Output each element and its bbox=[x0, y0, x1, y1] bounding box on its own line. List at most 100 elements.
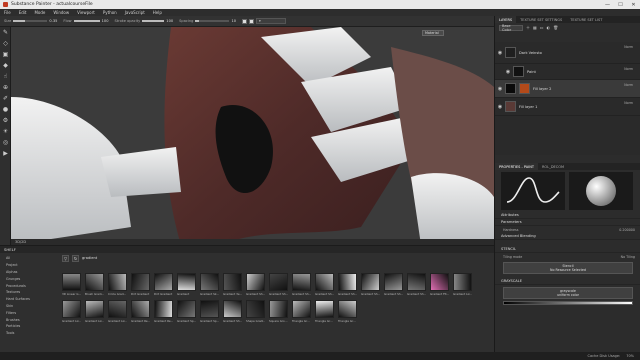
shelf-category[interactable]: Textures bbox=[2, 289, 58, 296]
shelf-item[interactable]: Gradient Sh… bbox=[246, 273, 265, 297]
render-icon[interactable]: ▶ bbox=[0, 148, 11, 159]
layer-row[interactable]: ◉ Paint Norm bbox=[495, 64, 640, 80]
shelf-item[interactable]: Gradient Sp… bbox=[177, 300, 196, 324]
shelf-category[interactable]: Project bbox=[2, 262, 58, 269]
shelf-item[interactable]: Gradient Lin… bbox=[108, 300, 127, 324]
tiling-value[interactable]: No Tiling bbox=[621, 255, 635, 259]
shelf-category[interactable]: Particles bbox=[2, 323, 58, 330]
layer-blend[interactable]: Norm bbox=[624, 83, 633, 87]
layer-blend[interactable]: Norm bbox=[624, 67, 633, 71]
shelf-item[interactable]: Square Gro… bbox=[269, 300, 288, 324]
projection-icon[interactable]: ▣ bbox=[0, 49, 11, 60]
attributes-section[interactable]: Attributes bbox=[495, 212, 640, 219]
size-slider[interactable] bbox=[13, 20, 48, 22]
grayscale-button[interactable]: grayscale uniform color bbox=[503, 287, 633, 299]
camera-icon[interactable]: ◎ bbox=[0, 137, 11, 148]
menu-javascript[interactable]: JavaScript bbox=[125, 10, 145, 15]
shelf-category[interactable]: Brushes bbox=[2, 316, 58, 323]
stencil-button[interactable]: Stencil No Resource Selected bbox=[503, 262, 633, 274]
stroke-opacity-slider[interactable] bbox=[142, 20, 165, 22]
shelf-item[interactable]: Gradient Sh… bbox=[292, 273, 311, 297]
symmetry-dropdown[interactable]: ▾ bbox=[256, 18, 287, 24]
size-control[interactable]: Size 0.35 bbox=[4, 19, 57, 23]
flow-control[interactable]: Flow 100 bbox=[63, 19, 108, 23]
minimize-icon[interactable]: — bbox=[601, 0, 614, 9]
refresh-icon[interactable]: ↻ bbox=[72, 254, 79, 262]
shelf-item[interactable]: Gradient Sh… bbox=[269, 273, 288, 297]
flow-slider[interactable] bbox=[73, 20, 100, 22]
3d-viewport[interactable]: Material 3D/2D bbox=[11, 27, 494, 245]
shelf-category[interactable]: Skin bbox=[2, 303, 58, 310]
shelf-category[interactable]: Procedurals bbox=[2, 282, 58, 289]
layer-blend[interactable]: Norm bbox=[624, 45, 633, 49]
add-mask-icon[interactable]: ◐ bbox=[547, 25, 551, 30]
shelf-item[interactable]: Gradient Sh… bbox=[361, 273, 380, 297]
picker-icon[interactable]: ✐ bbox=[0, 93, 11, 104]
shelf-item[interactable]: Gradient Lin… bbox=[453, 273, 472, 297]
shelf-search-input[interactable]: gradient bbox=[82, 256, 97, 260]
menu-file[interactable]: File bbox=[4, 10, 11, 15]
layer-row[interactable]: ◉ Fill layer 2 Norm bbox=[495, 80, 640, 98]
shelf-category[interactable]: Tools bbox=[2, 330, 58, 337]
eye-icon[interactable]: ◉ bbox=[495, 86, 505, 92]
shelf-item[interactable]: Gradient Lin… bbox=[85, 300, 104, 324]
parameters-section[interactable]: Parameters bbox=[495, 219, 640, 226]
viewport-mode-label[interactable]: 3D/2D bbox=[15, 240, 26, 244]
shelf-item[interactable]: Gradient Flt… bbox=[430, 273, 449, 297]
shelf-category[interactable]: Filters bbox=[2, 309, 58, 316]
maximize-icon[interactable]: ☐ bbox=[614, 0, 627, 9]
shelf-item[interactable]: Gradient Sh… bbox=[407, 273, 426, 297]
menu-viewport[interactable]: Viewport bbox=[77, 10, 95, 15]
shelf-category[interactable]: Grunges bbox=[2, 275, 58, 282]
size-value[interactable]: 0.35 bbox=[49, 19, 57, 23]
shelf-item[interactable]: Gradient Sk… bbox=[200, 273, 219, 297]
hardness-value[interactable]: 0.200000 bbox=[619, 228, 635, 232]
eye-icon[interactable]: ◉ bbox=[503, 69, 513, 75]
bake-icon[interactable]: ⚙ bbox=[0, 115, 11, 126]
menu-help[interactable]: Help bbox=[153, 10, 162, 15]
shelf-category[interactable]: Alphas bbox=[2, 269, 58, 276]
shelf-item[interactable]: Gradient Lin… bbox=[62, 300, 81, 324]
hardness-row[interactable]: Hardness 0.200000 bbox=[495, 226, 640, 233]
shelf-item[interactable]: Dirt Gradient bbox=[131, 273, 150, 297]
shelf-item[interactable]: Gradient Sh… bbox=[223, 300, 242, 324]
material-picker-icon[interactable]: ● bbox=[0, 104, 11, 115]
shelf-item[interactable]: Triangle Gr… bbox=[292, 300, 311, 324]
filter-icon[interactable]: ▽ bbox=[62, 254, 69, 262]
tab-texture-set-list[interactable]: TEXTURE SET LIST bbox=[566, 16, 606, 23]
shelf-item[interactable]: Triangle Gr… bbox=[315, 300, 334, 324]
display-settings-icon[interactable]: ☀ bbox=[0, 126, 11, 137]
shelf-category[interactable]: Hard Surfaces bbox=[2, 296, 58, 303]
shelf-item[interactable]: Gradient Sh… bbox=[315, 273, 334, 297]
shelf-item[interactable]: Gradient Sh… bbox=[338, 273, 357, 297]
add-fill-icon[interactable]: ▦ bbox=[533, 25, 537, 30]
shelf-item[interactable]: Dirt Gradient bbox=[154, 273, 173, 297]
symmetry-toggle[interactable] bbox=[242, 18, 248, 24]
shelf-item[interactable]: Gradient Sp… bbox=[200, 300, 219, 324]
eye-icon[interactable]: ◉ bbox=[495, 104, 505, 110]
eraser-icon[interactable]: ◇ bbox=[0, 38, 11, 49]
smudge-icon[interactable]: ☝ bbox=[0, 71, 11, 82]
tab-decom[interactable]: ROL_DECOM bbox=[538, 163, 568, 170]
menu-edit[interactable]: Edit bbox=[19, 10, 27, 15]
shelf-item[interactable]: Gradient Sh… bbox=[384, 273, 403, 297]
shelf-item[interactable]: Circle Grad… bbox=[108, 273, 127, 297]
spacing-control[interactable]: Spacing 10 bbox=[179, 19, 236, 23]
shelf-item[interactable]: Shape Gradi… bbox=[246, 300, 265, 324]
shelf-item[interactable]: 3D Linear G… bbox=[62, 273, 81, 297]
shelf-item[interactable]: Gradient 3e… bbox=[223, 273, 242, 297]
shelf-item[interactable]: Gradient bbox=[177, 273, 196, 297]
close-icon[interactable]: ✕ bbox=[627, 0, 640, 9]
grayscale-gradient-slider[interactable] bbox=[503, 301, 633, 305]
material-dropdown[interactable]: Material bbox=[422, 30, 444, 36]
layer-row[interactable]: ◉ Fill layer 1 Norm bbox=[495, 98, 640, 116]
stroke-opacity-value[interactable]: 100 bbox=[166, 19, 173, 23]
spacing-slider[interactable] bbox=[195, 20, 230, 22]
tab-properties-paint[interactable]: PROPERTIES - PAINT bbox=[495, 163, 538, 170]
stroke-opacity-control[interactable]: Stroke opacity 100 bbox=[114, 19, 173, 23]
menu-mode[interactable]: Mode bbox=[34, 10, 45, 15]
menu-python[interactable]: Python bbox=[103, 10, 117, 15]
shelf-category[interactable]: All bbox=[2, 255, 58, 262]
add-folder-icon[interactable]: ▭ bbox=[540, 25, 544, 30]
tiling-row[interactable]: Tiling mode No Tiling bbox=[495, 253, 640, 260]
